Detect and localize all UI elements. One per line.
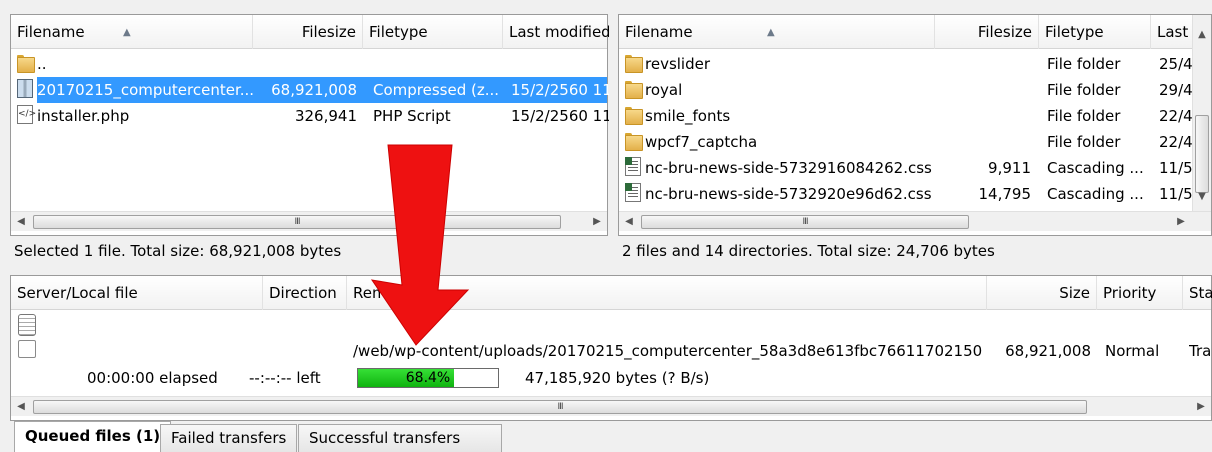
remote-column-header: Filename ▲ Filesize Filetype Last <box>619 15 1192 49</box>
remote-status-bar: 2 files and 14 directories. Total size: … <box>618 237 1212 265</box>
queue-col-status[interactable]: Sta <box>1183 276 1212 310</box>
time-left: --:--:-- left <box>249 369 321 387</box>
scroll-right-icon[interactable]: ▶ <box>587 212 607 232</box>
list-item[interactable]: nc-bru-news-side-5732916084262.css 9,911… <box>619 155 1193 181</box>
transfer-queue[interactable]: Server/Local file Direction Remo Size Pr… <box>10 275 1212 421</box>
progress-label: 68.4% <box>405 370 451 386</box>
table-row[interactable]: /web/wp-content/uploads/20170215_compute… <box>11 338 1211 364</box>
scrollbar-thumb[interactable]: III <box>641 215 969 229</box>
tab-successful-transfers[interactable]: Successful transfers <box>298 424 502 452</box>
tab-failed-transfers[interactable]: Failed transfers <box>160 424 298 452</box>
local-column-header: Filename ▲ Filesize Filetype Last modifi… <box>11 15 609 49</box>
elapsed-time: 00:00:00 elapsed <box>87 369 218 387</box>
transfer-status: Tra <box>1189 342 1211 360</box>
queue-col-size[interactable]: Size <box>987 276 1097 310</box>
list-item[interactable]: nc-bru-news-side-5732920e96d62.css 14,79… <box>619 181 1193 207</box>
folder-icon <box>17 54 35 73</box>
sort-ascending-icon: ▲ <box>767 27 775 38</box>
queue-horizontal-scrollbar[interactable]: ◀ III ▶ <box>11 396 1211 416</box>
sort-ascending-icon: ▲ <box>123 27 131 38</box>
php-file-icon: </> <box>17 105 36 124</box>
remote-path: /web/wp-content/uploads/20170215_compute… <box>353 342 983 360</box>
remote-vertical-scrollbar[interactable]: ▲ ▼ <box>1192 15 1211 215</box>
scroll-left-icon[interactable]: ◀ <box>619 212 639 232</box>
remote-col-last-modified[interactable]: Last <box>1151 15 1195 49</box>
scroll-up-icon[interactable]: ▲ <box>1193 25 1211 45</box>
queue-col-server-local[interactable]: Server/Local file <box>11 276 263 310</box>
local-col-last-modified[interactable]: Last modified <box>503 15 609 49</box>
css-file-icon <box>625 183 641 202</box>
scroll-left-icon[interactable]: ◀ <box>11 397 31 417</box>
folder-icon <box>625 132 643 151</box>
scroll-down-icon[interactable]: ▼ <box>1193 187 1211 207</box>
scroll-right-icon[interactable]: ▶ <box>1191 397 1211 417</box>
tab-queued-files[interactable]: Queued files (1) <box>14 421 172 452</box>
remote-file-list[interactable]: Filename ▲ Filesize Filetype Last revsli… <box>618 14 1212 236</box>
folder-icon <box>625 80 643 99</box>
progress-bar: 68.4% <box>357 368 499 388</box>
remote-col-filesize[interactable]: Filesize <box>935 15 1039 49</box>
queue-col-priority[interactable]: Priority <box>1097 276 1183 310</box>
transfer-priority: Normal <box>1105 342 1160 360</box>
scrollbar-thumb[interactable] <box>1195 115 1209 193</box>
list-item[interactable]: wpcf7_captcha File folder 22/4 <box>619 129 1193 155</box>
list-item[interactable]: .. <box>11 51 607 77</box>
list-item[interactable]: </>installer.php 326,941 PHP Script 15/2… <box>11 103 609 129</box>
server-icon <box>18 314 36 336</box>
queue-column-header: Server/Local file Direction Remo Size Pr… <box>11 276 1212 310</box>
scrollbar-thumb[interactable]: III <box>33 400 1087 414</box>
local-file-list[interactable]: Filename ▲ Filesize Filetype Last modifi… <box>10 14 609 236</box>
folder-icon <box>625 106 643 125</box>
local-col-filetype[interactable]: Filetype <box>363 15 503 49</box>
transfer-size: 68,921,008 <box>1005 342 1091 360</box>
local-status-bar: Selected 1 file. Total size: 68,921,008 … <box>10 237 608 265</box>
list-item[interactable]: smile_fonts File folder 22/4 <box>619 103 1193 129</box>
queue-col-direction[interactable]: Direction <box>263 276 347 310</box>
queue-col-remote[interactable]: Remo <box>347 276 987 310</box>
local-col-filesize[interactable]: Filesize <box>253 15 363 49</box>
folder-icon <box>625 54 643 73</box>
transfer-progress-row: 00:00:00 elapsed --:--:-- left 47,185,92… <box>11 365 1211 391</box>
zip-file-icon <box>17 79 33 98</box>
bytes-transferred: 47,185,920 bytes (? B/s) <box>525 369 710 387</box>
remote-col-filename[interactable]: Filename ▲ <box>619 15 935 49</box>
local-horizontal-scrollbar[interactable]: ◀ III ▶ <box>11 211 607 231</box>
list-item[interactable]: revslider File folder 25/4 <box>619 51 1193 77</box>
list-item[interactable]: royal File folder 29/4 <box>619 77 1193 103</box>
scroll-right-icon[interactable]: ▶ <box>1171 212 1191 232</box>
scrollbar-thumb[interactable]: III <box>33 215 561 229</box>
list-item[interactable]: 20170215_computercenter... 68,921,008 Co… <box>11 77 609 103</box>
css-file-icon <box>625 157 641 176</box>
remote-horizontal-scrollbar[interactable]: ◀ III ▶ <box>619 211 1211 231</box>
remote-col-filetype[interactable]: Filetype <box>1039 15 1151 49</box>
scroll-left-icon[interactable]: ◀ <box>11 212 31 232</box>
local-col-filename[interactable]: Filename ▲ <box>11 15 253 49</box>
